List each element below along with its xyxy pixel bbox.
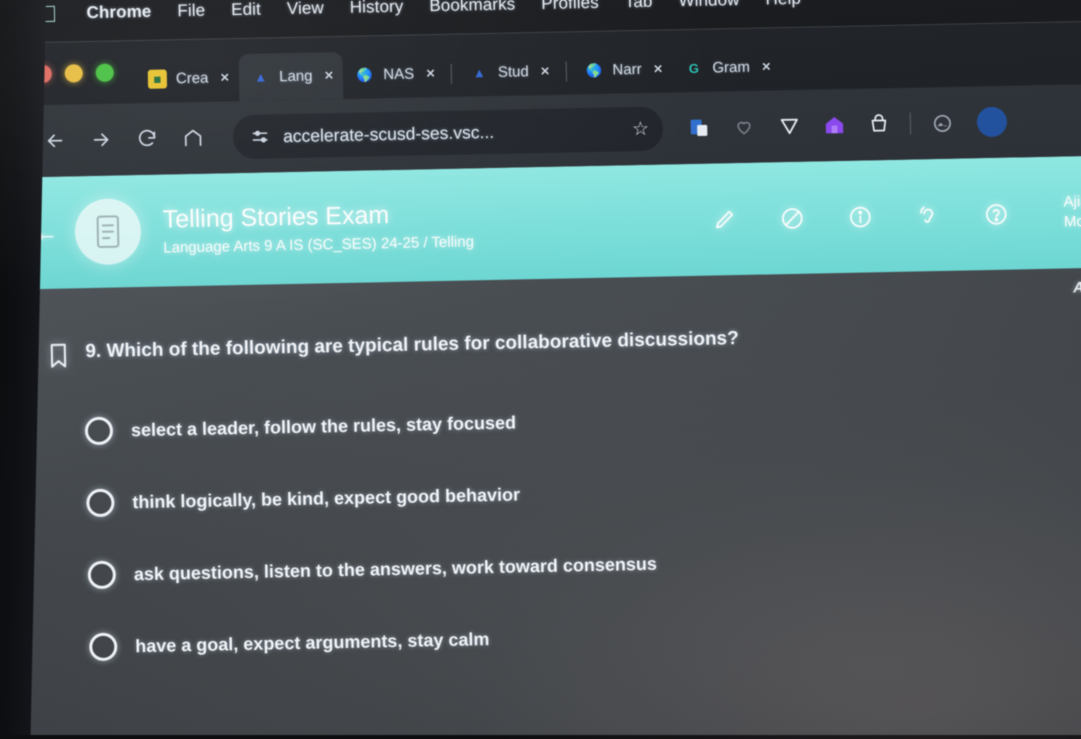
radio-button-icon[interactable] (84, 416, 114, 446)
close-tab-icon[interactable]: × (426, 65, 435, 82)
page-title: Telling Stories Exam (162, 201, 390, 234)
tab-divider (565, 61, 567, 82)
menu-item-view[interactable]: View (287, 0, 324, 19)
answer-option-label: ask questions, listen to the answers, wo… (133, 553, 658, 584)
answer-options-list: select a leader, follow the rules, stay … (0, 375, 1081, 685)
menu-item-window[interactable]: Window (678, 0, 739, 11)
tune-sliders-icon[interactable] (249, 125, 271, 147)
tab-divider (450, 63, 453, 84)
drive-triangle-icon: ▲ (254, 69, 268, 85)
radio-button-icon[interactable] (86, 488, 115, 518)
close-tab-icon[interactable]: × (324, 67, 333, 84)
browser-tab-narrative[interactable]: 🌎 Narr × (572, 45, 673, 94)
close-tab-icon[interactable]: × (541, 63, 550, 80)
reload-icon[interactable] (127, 118, 168, 159)
grammarly-g-icon: G (688, 60, 700, 76)
tab-title: NAS (383, 65, 415, 84)
purple-house-extension-icon[interactable] (820, 111, 849, 140)
shield-triangle-extension-icon[interactable] (775, 112, 804, 141)
address-bar[interactable]: accelerate-scusd-ses.vsc... ☆ (232, 106, 664, 160)
block-no-entry-icon[interactable] (778, 203, 809, 234)
browser-tab-nas[interactable]: 🌎 NAS × (343, 50, 446, 99)
user-last-name: Mc (1063, 213, 1081, 231)
menu-item-help[interactable]: Help (765, 0, 801, 9)
question-text: 9. Which of the following are typical ru… (85, 328, 739, 363)
exam-header-bar: ← Telling Stories Exam Language Arts 9 A… (0, 155, 1081, 290)
menu-item-history[interactable]: History (350, 0, 404, 18)
heart-outline-extension-icon[interactable] (730, 113, 759, 142)
answer-option-label: have a goal, expect arguments, stay calm (135, 628, 490, 656)
browser-tab-language-arts[interactable]: ▲ Lang × (238, 51, 344, 102)
globe-icon: 🌎 (585, 62, 603, 79)
help-question-icon[interactable] (981, 199, 1012, 230)
tab-title: Stud (497, 63, 529, 81)
minimize-window-button[interactable] (64, 64, 83, 83)
menu-item-chrome[interactable]: Chrome (86, 2, 151, 23)
tab-list: ■ Crea × ▲ Lang × 🌎 NAS × ▲ Stud × 🌎 Nar… (135, 28, 781, 103)
radio-button-icon[interactable] (87, 560, 117, 590)
tab-title: Narr (612, 60, 642, 79)
toolbar-divider (909, 112, 912, 135)
cloud-extension-icon[interactable] (928, 109, 957, 138)
browser-tab-create[interactable]: ■ Crea × (135, 54, 239, 103)
google-docs-icon: ■ (147, 69, 168, 89)
pencil-edit-icon[interactable] (710, 204, 741, 235)
answer-option-label: select a leader, follow the rules, stay … (130, 412, 517, 441)
close-tab-icon[interactable]: × (220, 69, 229, 86)
question-row: 9. Which of the following are typical ru… (0, 320, 1081, 375)
exam-toolbar: Ajia Mc (709, 192, 1081, 240)
assignment-document-icon (74, 198, 142, 266)
exam-title-group: Telling Stories Exam Language Arts 9 A I… (162, 199, 474, 256)
close-tab-icon[interactable]: × (653, 61, 662, 78)
info-icon[interactable] (845, 201, 876, 232)
answer-option-label: think logically, be kind, expect good be… (132, 484, 521, 512)
tab-title: Gram (712, 58, 751, 77)
pocket-bag-extension-icon[interactable] (865, 110, 894, 139)
menu-item-file[interactable]: File (177, 1, 205, 22)
forward-arrow-icon[interactable] (81, 119, 122, 160)
radio-button-icon[interactable] (89, 632, 118, 662)
filter-label-all[interactable]: All (1073, 278, 1081, 295)
star-icon[interactable]: ☆ (632, 117, 650, 140)
screen-bezel-bottom (0, 735, 1081, 739)
close-tab-icon[interactable]: × (762, 58, 771, 75)
screenshot-root:  Chrome File Edit View History Bookmark… (0, 0, 1081, 739)
web-page-content: ← Telling Stories Exam Language Arts 9 A… (0, 155, 1081, 739)
blue-docs-extension-icon[interactable] (685, 114, 714, 143)
tab-title: Crea (175, 69, 209, 88)
browser-tab-student[interactable]: ▲ Stud × (457, 48, 560, 97)
question-block: 9. Which of the following are typical ru… (0, 306, 1081, 685)
window-controls (33, 41, 136, 105)
browser-tab-grammarly[interactable]: G Gram × (672, 43, 781, 92)
maximize-window-button[interactable] (95, 63, 114, 82)
menu-item-profiles[interactable]: Profiles (541, 0, 599, 14)
user-first-name: Ajia (1063, 192, 1081, 211)
menu-item-edit[interactable]: Edit (231, 0, 261, 20)
breadcrumb: Language Arts 9 A IS (SC_SES) 24-25 / Te… (163, 232, 475, 257)
accessibility-listen-icon[interactable] (913, 200, 944, 231)
globe-icon: 🌎 (356, 67, 374, 83)
profile-avatar-icon[interactable] (976, 106, 1008, 138)
bookmark-outline-icon[interactable] (47, 342, 70, 373)
drive-triangle-icon: ▲ (472, 65, 486, 81)
menu-item-tab[interactable]: Tab (625, 0, 653, 12)
url-text[interactable]: accelerate-scusd-ses.vsc... (283, 119, 620, 147)
home-icon[interactable] (173, 118, 214, 159)
screen-content:  Chrome File Edit View History Bookmark… (0, 0, 1081, 739)
tab-title: Lang (278, 67, 313, 86)
user-name-label[interactable]: Ajia Mc (1063, 192, 1081, 233)
menu-item-bookmarks[interactable]: Bookmarks (429, 0, 515, 16)
extensions-tray (685, 106, 1008, 143)
